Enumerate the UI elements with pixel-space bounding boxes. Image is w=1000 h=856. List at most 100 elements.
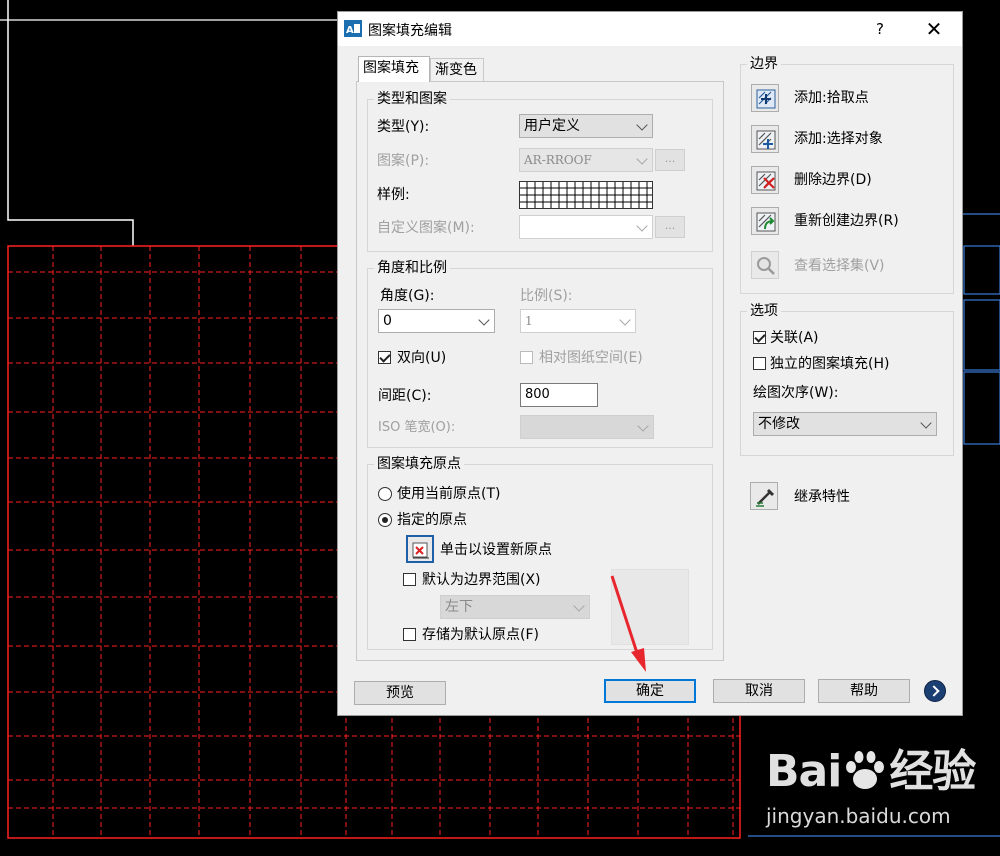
angle-select[interactable]: 0 (378, 309, 495, 333)
angle-scale-group: 角度和比例 角度(G): 0 比例(S): 1 双向(U) 相对图纸空间(E) … (367, 259, 713, 448)
specified-origin-label: 指定的原点 (397, 512, 467, 528)
type-pattern-group: 类型和图案 类型(Y): 用户定义 图案(P): AR-RROOF ... 样例… (367, 90, 713, 252)
chevron-down-icon (636, 153, 648, 165)
type-select-value: 用户定义 (524, 118, 580, 134)
click-set-origin-label: 单击以设置新原点 (440, 542, 552, 558)
hatch-origin-legend: 图案填充原点 (374, 455, 464, 473)
close-icon[interactable]: ✕ (916, 16, 952, 42)
associative-label: 关联(A) (770, 330, 819, 346)
custom-pattern-label: 自定义图案(M): (377, 220, 475, 236)
boundary-legend: 边界 (747, 55, 781, 73)
help-button[interactable]: 帮助 (818, 679, 910, 703)
relative-paper-space-label: 相对图纸空间(E) (539, 350, 643, 366)
chevron-down-icon (636, 220, 648, 232)
iso-pen-width-label: ISO 笔宽(O): (378, 420, 456, 435)
draw-order-label: 绘图次序(W): (753, 385, 839, 401)
inherit-properties-button[interactable] (750, 482, 778, 510)
type-select[interactable]: 用户定义 (519, 114, 653, 138)
chevron-down-icon (573, 600, 585, 612)
add-pick-points-button[interactable] (751, 84, 779, 112)
use-current-origin-label: 使用当前原点(T) (397, 486, 501, 502)
extent-position-select[interactable]: 左下 (440, 595, 590, 619)
svg-text:A: A (346, 25, 354, 36)
default-extent-checkbox[interactable] (403, 573, 416, 586)
hatch-origin-group: 图案填充原点 使用当前原点(T) 指定的原点 单击以设置新原点 默认为边界范围(… (367, 455, 713, 650)
add-select-objects-label: 添加:选择对象 (794, 131, 883, 147)
extent-position-value: 左下 (445, 599, 473, 615)
angle-select-value: 0 (383, 313, 392, 329)
watermark-url: jingyan.baidu.com (766, 804, 951, 828)
dialog-title: 图案填充编辑 (368, 23, 452, 39)
tab-hatch[interactable]: 图案填充 (358, 56, 430, 82)
ok-button[interactable]: 确定 (604, 679, 696, 703)
associative-checkbox[interactable] (753, 331, 766, 344)
chevron-down-icon (478, 314, 490, 326)
inherit-brush-icon (756, 488, 775, 507)
options-group: 选项 关联(A) 独立的图案填充(H) 绘图次序(W): 不修改 (740, 302, 954, 456)
separate-hatches-checkbox[interactable] (753, 357, 766, 370)
set-origin-button[interactable] (406, 535, 434, 563)
add-select-objects-button[interactable] (751, 125, 779, 153)
baidu-watermark: Bai 经验 jingyan.baidu.com (766, 746, 992, 838)
store-default-origin-checkbox[interactable] (403, 628, 416, 641)
pick-point-icon (756, 89, 776, 109)
preview-button[interactable]: 预览 (354, 681, 446, 705)
double-checkbox[interactable] (378, 351, 391, 364)
help-icon[interactable]: ? (870, 18, 890, 40)
scale-select-value: 1 (525, 314, 533, 328)
spacing-label: 间距(C): (378, 388, 432, 404)
scale-select[interactable]: 1 (520, 309, 636, 333)
default-extent-label: 默认为边界范围(X) (422, 572, 541, 588)
autocad-app-icon: A (344, 20, 362, 37)
store-default-origin-label: 存储为默认原点(F) (422, 627, 539, 643)
pattern-browse-button[interactable]: ... (655, 149, 685, 171)
type-label: 类型(Y): (377, 119, 430, 135)
angle-scale-legend: 角度和比例 (374, 259, 450, 277)
add-pick-points-label: 添加:拾取点 (794, 90, 869, 106)
view-selections-button[interactable] (751, 251, 779, 279)
magnifier-icon (757, 257, 775, 275)
recreate-boundary-icon (756, 212, 776, 232)
recreate-boundary-button[interactable] (751, 207, 779, 235)
double-label: 双向(U) (397, 350, 447, 366)
chevron-down-icon (636, 119, 648, 131)
more-options-button[interactable] (924, 680, 946, 702)
use-current-origin-radio[interactable] (378, 487, 392, 501)
relative-paper-space-checkbox[interactable] (520, 351, 533, 364)
spacing-input[interactable]: 800 (520, 383, 598, 407)
pattern-select[interactable]: AR-RROOF (519, 148, 653, 172)
draw-order-select[interactable]: 不修改 (753, 412, 937, 436)
title-bar[interactable]: A 图案填充编辑 ? ✕ (338, 12, 962, 46)
chevron-down-icon (637, 420, 649, 432)
custom-pattern-select[interactable] (519, 215, 653, 239)
boundary-group: 边界 添加:拾取点 添加:选择对象 删除边界(D) 重新创建边界(R) 查看选择… (740, 55, 954, 294)
type-pattern-legend: 类型和图案 (374, 90, 450, 108)
cancel-button[interactable]: 取消 (713, 679, 805, 703)
hatch-swatch[interactable] (519, 181, 653, 209)
swatch-label: 样例: (377, 187, 410, 203)
watermark-brand: Bai 经验 (766, 746, 976, 797)
options-legend: 选项 (747, 302, 781, 320)
remove-boundary-icon (756, 171, 776, 191)
scale-label: 比例(S): (520, 288, 573, 304)
draw-order-value: 不修改 (758, 416, 800, 432)
remove-boundaries-label: 删除边界(D) (794, 172, 872, 188)
recreate-boundary-label: 重新创建边界(R) (794, 213, 899, 229)
view-selections-label: 查看选择集(V) (794, 258, 885, 274)
iso-pen-width-select[interactable] (520, 415, 654, 439)
annotation-arrow (610, 575, 646, 672)
separate-hatches-label: 独立的图案填充(H) (770, 356, 890, 372)
pattern-label: 图案(P): (377, 153, 430, 169)
specified-origin-radio[interactable] (378, 513, 392, 527)
cad-white-outline (7, 0, 134, 246)
set-origin-icon (412, 542, 429, 559)
tab-gradient[interactable]: 渐变色 (430, 58, 484, 82)
angle-label: 角度(G): (380, 288, 435, 304)
chevron-down-icon (619, 314, 631, 326)
remove-boundaries-button[interactable] (751, 166, 779, 194)
hatch-tab-panel: 类型和图案 类型(Y): 用户定义 图案(P): AR-RROOF ... 样例… (356, 81, 724, 661)
custom-browse-button[interactable]: ... (655, 216, 685, 238)
inherit-properties-label: 继承特性 (794, 489, 850, 505)
chevron-down-icon (920, 417, 932, 429)
baidu-paw-icon (846, 751, 885, 789)
